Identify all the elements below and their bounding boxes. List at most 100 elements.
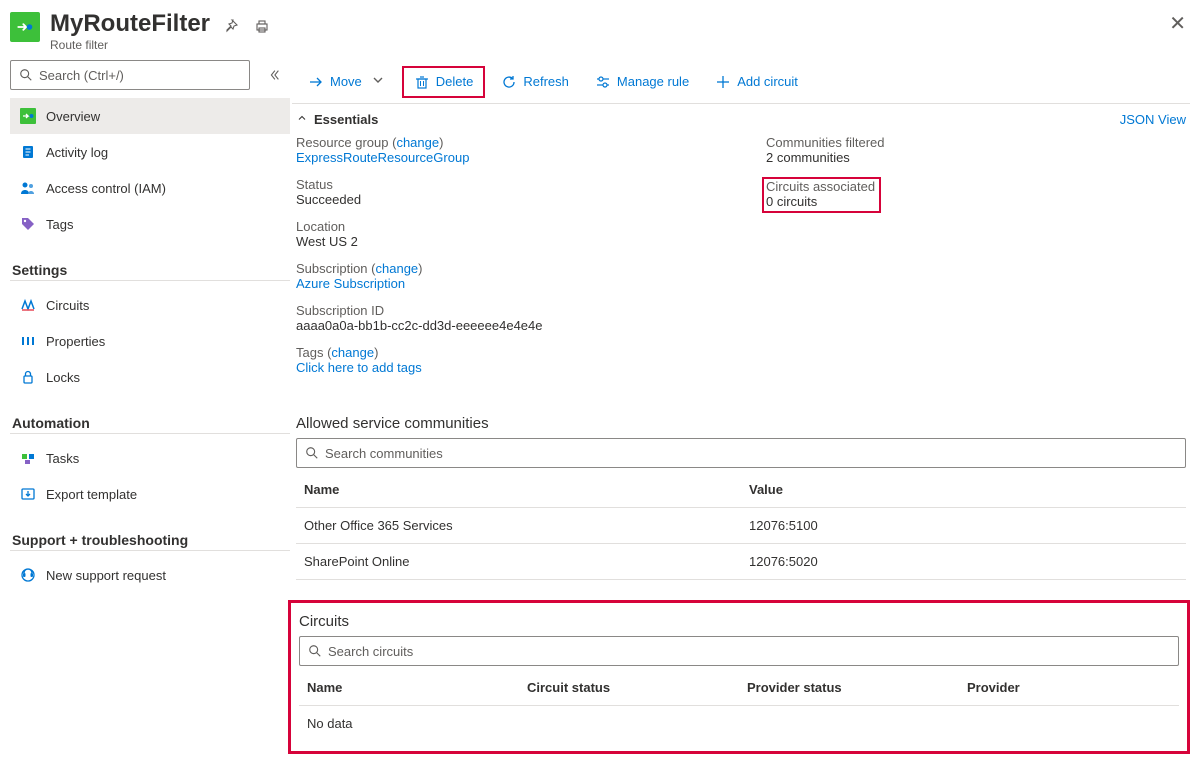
sliders-icon xyxy=(595,74,611,90)
command-bar: Move Delete Refresh Manage rule Add circ… xyxy=(292,60,1190,104)
sidebar-item-label: New support request xyxy=(46,568,166,583)
communities-filtered-value: 2 communities xyxy=(766,150,1186,165)
json-view-link[interactable]: JSON View xyxy=(1120,112,1186,127)
sidebar-item-label: Properties xyxy=(46,334,105,349)
col-name[interactable]: Name xyxy=(299,670,519,706)
status-label: Status xyxy=(296,177,746,192)
sidebar-item-label: Activity log xyxy=(46,145,108,160)
sidebar-item-locks[interactable]: Locks xyxy=(10,359,290,395)
col-name[interactable]: Name xyxy=(296,472,741,508)
iam-icon xyxy=(20,180,36,196)
sidebar-item-activity-log[interactable]: Activity log xyxy=(10,134,290,170)
sidebar-item-label: Access control (IAM) xyxy=(46,181,166,196)
change-tags-link[interactable]: change xyxy=(331,345,374,360)
cell-value: 12076:5020 xyxy=(741,544,1186,580)
chevron-up-icon xyxy=(296,112,308,127)
circuits-title: Circuits xyxy=(299,613,1179,630)
col-value[interactable]: Value xyxy=(741,472,1186,508)
cell-name: Other Office 365 Services xyxy=(296,508,741,544)
refresh-icon xyxy=(501,74,517,90)
add-circuit-button[interactable]: Add circuit xyxy=(705,68,808,96)
circuits-table: Name Circuit status Provider status Prov… xyxy=(299,670,1179,741)
resource-type-label: Route filter xyxy=(50,38,210,52)
tags-value[interactable]: Click here to add tags xyxy=(296,360,422,375)
circuits-icon xyxy=(20,297,36,313)
resource-group-value[interactable]: ExpressRouteResourceGroup xyxy=(296,150,469,165)
export-icon xyxy=(20,486,36,502)
print-icon[interactable] xyxy=(254,18,270,37)
sidebar-item-label: Locks xyxy=(46,370,80,385)
sidebar-section-automation: Automation xyxy=(10,399,290,434)
move-button[interactable]: Move xyxy=(298,66,396,97)
search-icon xyxy=(305,446,319,460)
sidebar: Search (Ctrl+/) Overview Activity log Ac… xyxy=(0,60,290,764)
sidebar-item-new-support-request[interactable]: New support request xyxy=(10,557,290,593)
button-label: Move xyxy=(330,74,362,89)
collapse-sidebar-button[interactable] xyxy=(258,68,290,82)
sidebar-section-support: Support + troubleshooting xyxy=(10,516,290,551)
button-label: Delete xyxy=(436,74,474,89)
communities-title: Allowed service communities xyxy=(296,415,1186,432)
search-icon xyxy=(19,68,33,82)
sidebar-item-label: Tasks xyxy=(46,451,79,466)
sidebar-search-input[interactable]: Search (Ctrl+/) xyxy=(10,60,250,90)
col-circuit-status[interactable]: Circuit status xyxy=(519,670,739,706)
subscription-id-value: aaaa0a0a-bb1b-cc2c-dd3d-eeeeee4e4e4e xyxy=(296,318,746,333)
sidebar-item-label: Export template xyxy=(46,487,137,502)
arrow-right-icon xyxy=(308,74,324,90)
cell-value: 12076:5100 xyxy=(741,508,1186,544)
location-value: West US 2 xyxy=(296,234,746,249)
plus-icon xyxy=(715,74,731,90)
tag-icon xyxy=(20,216,36,232)
change-resource-group-link[interactable]: change xyxy=(396,135,439,150)
sidebar-item-label: Circuits xyxy=(46,298,89,313)
tasks-icon xyxy=(20,450,36,466)
sidebar-item-export-template[interactable]: Export template xyxy=(10,476,290,512)
sidebar-item-tasks[interactable]: Tasks xyxy=(10,440,290,476)
sidebar-item-circuits[interactable]: Circuits xyxy=(10,287,290,323)
search-icon xyxy=(308,644,322,658)
chevron-down-icon xyxy=(370,72,386,91)
circuits-associated-value: 0 circuits xyxy=(766,194,875,209)
page-title: MyRouteFilter xyxy=(50,10,210,38)
communities-search-input[interactable]: Search communities xyxy=(296,438,1186,468)
search-placeholder: Search communities xyxy=(325,446,443,461)
communities-table: Name Value Other Office 365 Services 120… xyxy=(296,472,1186,580)
sidebar-item-label: Tags xyxy=(46,217,73,232)
sidebar-item-properties[interactable]: Properties xyxy=(10,323,290,359)
button-label: Refresh xyxy=(523,74,569,89)
search-placeholder: Search circuits xyxy=(328,644,413,659)
col-provider-status[interactable]: Provider status xyxy=(739,670,959,706)
route-filter-icon xyxy=(20,108,36,124)
sidebar-item-label: Overview xyxy=(46,109,100,124)
circuits-associated-label: Circuits associated xyxy=(766,179,875,194)
change-subscription-link[interactable]: change xyxy=(376,261,419,276)
circuits-panel: Circuits Search circuits Name Circuit st… xyxy=(288,600,1190,754)
trash-icon xyxy=(414,74,430,90)
delete-button[interactable]: Delete xyxy=(404,68,484,96)
resource-icon xyxy=(10,12,40,42)
communities-panel: Allowed service communities Search commu… xyxy=(292,405,1190,580)
refresh-button[interactable]: Refresh xyxy=(491,68,579,96)
sidebar-item-overview[interactable]: Overview xyxy=(10,98,290,134)
essentials-toggle[interactable]: Essentials JSON View xyxy=(292,104,1190,135)
resource-group-label: Resource group xyxy=(296,135,389,150)
sidebar-item-tags[interactable]: Tags xyxy=(10,206,290,242)
close-button[interactable]: ✕ xyxy=(1169,14,1186,34)
sidebar-item-access-control[interactable]: Access control (IAM) xyxy=(10,170,290,206)
table-row-empty: No data xyxy=(299,706,1179,742)
properties-icon xyxy=(20,333,36,349)
essentials-label: Essentials xyxy=(314,112,378,127)
table-row[interactable]: Other Office 365 Services 12076:5100 xyxy=(296,508,1186,544)
subscription-value[interactable]: Azure Subscription xyxy=(296,276,405,291)
support-icon xyxy=(20,567,36,583)
col-provider[interactable]: Provider xyxy=(959,670,1179,706)
pin-icon[interactable] xyxy=(224,18,240,37)
circuits-search-input[interactable]: Search circuits xyxy=(299,636,1179,666)
status-value: Succeeded xyxy=(296,192,746,207)
sidebar-search-placeholder: Search (Ctrl+/) xyxy=(39,68,124,83)
cell-name: SharePoint Online xyxy=(296,544,741,580)
manage-rule-button[interactable]: Manage rule xyxy=(585,68,699,96)
table-row[interactable]: SharePoint Online 12076:5020 xyxy=(296,544,1186,580)
subscription-label: Subscription xyxy=(296,261,368,276)
